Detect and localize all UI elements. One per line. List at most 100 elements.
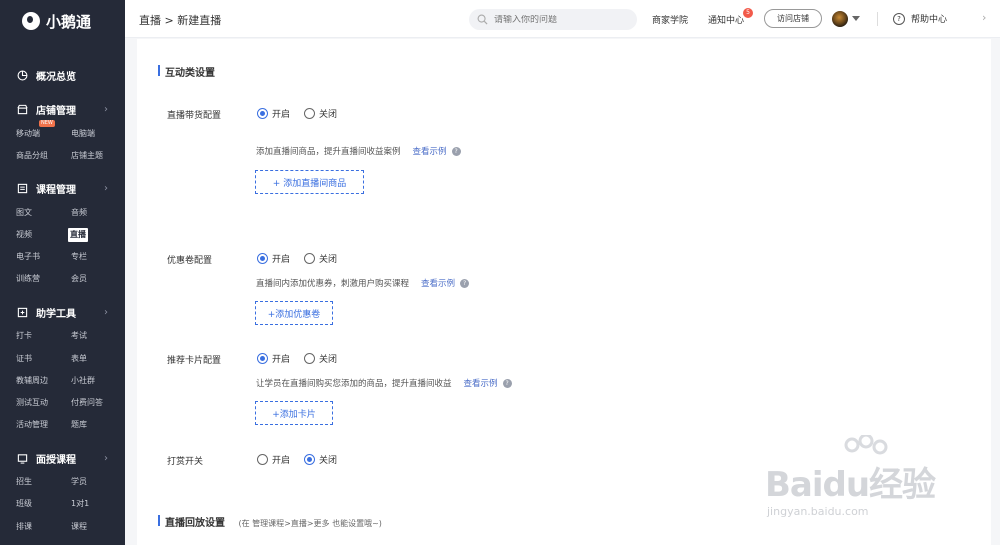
goods-radio-on[interactable]: 开启 (257, 107, 290, 120)
sidebar-item-pc[interactable]: 电脑端 (69, 127, 97, 141)
caret-down-icon[interactable] (852, 16, 860, 21)
reward-radio-off[interactable]: 关闭 (304, 453, 337, 466)
watermark-brand: Baidu经验 (765, 465, 936, 505)
sidebar: 小鹅通 概况总览 店铺管理 › NEW 移动端 电脑端 商品分组 店铺主题 课程… (0, 0, 125, 545)
reward-radio-on[interactable]: 开启 (257, 453, 290, 466)
chevron-right-icon[interactable]: › (982, 11, 986, 24)
sidebar-item-member[interactable]: 会员 (69, 272, 89, 286)
sidebar-item-schedule[interactable]: 排课 (14, 520, 34, 534)
add-coupon-button[interactable]: +添加优惠卷 (255, 301, 333, 325)
notification-count-badge: 5 (743, 8, 753, 18)
search-input[interactable] (494, 14, 624, 25)
nav-shop-label: 店铺管理 (36, 105, 76, 117)
nav-shop[interactable]: 店铺管理 › (0, 100, 125, 118)
sidebar-item-exam[interactable]: 考试 (69, 329, 89, 343)
tools-icon (16, 306, 28, 318)
sidebar-item-merch[interactable]: 教辅周边 (14, 374, 50, 388)
visit-shop-button[interactable]: 访问店铺 (764, 9, 822, 28)
add-card-button[interactable]: +添加卡片 (255, 401, 333, 425)
sidebar-item-activity[interactable]: 活动管理 (14, 418, 50, 432)
card-radio-off[interactable]: 关闭 (304, 352, 337, 365)
goods-config-label: 直播带货配置 (167, 111, 222, 121)
radio-off-label: 关闭 (319, 110, 338, 120)
card-config-label: 推荐卡片配置 (167, 356, 222, 366)
sidebar-item-article[interactable]: 图文 (14, 206, 34, 220)
sidebar-item-column[interactable]: 专栏 (69, 250, 89, 264)
sidebar-item-ebook[interactable]: 电子书 (14, 250, 42, 264)
reward-radio-group: 开启 关闭 (257, 453, 351, 466)
question-icon[interactable]: ? (460, 278, 470, 288)
breadcrumb: 直播 > 新建直播 (139, 14, 222, 27)
sidebar-item-question-bank[interactable]: 题库 (69, 418, 89, 432)
book-icon (16, 182, 28, 194)
coupon-example-link[interactable]: 查看示例 (421, 277, 455, 289)
goods-radio-off[interactable]: 关闭 (304, 107, 337, 120)
radio-off-label: 关闭 (319, 355, 338, 365)
card-desc-text: 让学员在直播间购买您添加的商品，提升直播间收益 (256, 379, 452, 389)
top-bar: 直播 > 新建直播 商家学院 通知中心 5 访问店铺 ? 帮助中心 › (125, 0, 1000, 38)
chevron-right-icon: › (104, 103, 108, 115)
card-example-link[interactable]: 查看示例 (464, 377, 498, 389)
sidebar-item-enroll[interactable]: 招生 (14, 475, 34, 489)
sidebar-item-class[interactable]: 班级 (14, 497, 34, 511)
sidebar-item-form[interactable]: 表单 (69, 352, 89, 366)
academy-link[interactable]: 商家学院 (652, 13, 688, 26)
radio-off-label: 关闭 (319, 255, 338, 265)
sidebar-item-video[interactable]: 视频 (14, 228, 34, 242)
logo-icon (22, 12, 40, 30)
sidebar-item-camp[interactable]: 训练营 (14, 272, 42, 286)
sidebar-item-goods-group[interactable]: 商品分组 (14, 149, 50, 163)
interaction-title-text: 互动类设置 (165, 68, 215, 79)
nav-course[interactable]: 课程管理 › (0, 179, 125, 197)
reward-switch-label: 打赏开关 (167, 457, 204, 467)
search-box[interactable] (469, 9, 637, 30)
sidebar-item-students[interactable]: 学员 (69, 475, 89, 489)
question-icon[interactable]: ? (451, 146, 461, 156)
sidebar-item-courses[interactable]: 课程 (69, 520, 89, 534)
sidebar-item-audio[interactable]: 音频 (69, 206, 89, 220)
add-goods-button[interactable]: + 添加直播间商品 (255, 170, 364, 194)
nav-tools[interactable]: 助学工具 › (0, 303, 125, 321)
coupon-config-label: 优惠卷配置 (167, 256, 213, 266)
sidebar-item-paid-qa[interactable]: 付费问答 (69, 396, 105, 410)
question-icon[interactable]: ? (502, 378, 512, 388)
nav-offline[interactable]: 面授课程 › (0, 449, 125, 467)
help-center-link[interactable]: ? 帮助中心 (893, 12, 947, 25)
coupon-description: 直播间内添加优惠券，刺激用户购买课程 查看示例 ? (256, 277, 470, 289)
question-circle-icon: ? (893, 12, 905, 25)
goods-desc-text: 添加直播间商品，提升直播间收益案例 (256, 147, 401, 157)
goods-radio-group: 开启 关闭 (257, 107, 351, 120)
sidebar-item-community[interactable]: 小社群 (69, 374, 97, 388)
card-description: 让学员在直播间购买您添加的商品，提升直播间收益 查看示例 ? (256, 377, 512, 389)
sidebar-item-shop-theme[interactable]: 店铺主题 (69, 149, 105, 163)
coupon-radio-off[interactable]: 关闭 (304, 252, 337, 265)
sidebar-item-checkin[interactable]: 打卡 (14, 329, 34, 343)
app-logo[interactable]: 小鹅通 (0, 0, 125, 42)
playback-note: (在 管理课程>直播>更多 也能设置哦~) (238, 519, 382, 528)
sidebar-item-live[interactable]: 直播 (68, 228, 88, 242)
chevron-right-icon: › (104, 182, 108, 194)
avatar[interactable] (832, 11, 848, 27)
sidebar-item-one-on-one[interactable]: 1对1 (69, 497, 91, 511)
card-radio-group: 开启 关闭 (257, 352, 351, 365)
pie-chart-icon (16, 69, 28, 81)
sidebar-item-certificate[interactable]: 证书 (14, 352, 34, 366)
card-radio-on[interactable]: 开启 (257, 352, 290, 365)
sidebar-item-quiz[interactable]: 测试互动 (14, 396, 50, 410)
goods-example-link[interactable]: 查看示例 (413, 145, 447, 157)
sidebar-item-mobile[interactable]: 移动端 (14, 127, 42, 141)
radio-off-label: 关闭 (319, 456, 338, 466)
chevron-right-icon: › (104, 452, 108, 464)
nav-overview-label: 概况总览 (36, 71, 76, 83)
coupon-desc-text: 直播间内添加优惠券，刺激用户购买课程 (256, 279, 410, 289)
watermark-url: jingyan.baidu.com (767, 505, 869, 518)
radio-on-label: 开启 (272, 255, 291, 265)
divider (877, 12, 878, 26)
notification-center-link[interactable]: 通知中心 (708, 13, 744, 26)
radio-on-label: 开启 (272, 355, 291, 365)
app-name: 小鹅通 (46, 12, 92, 31)
nav-overview[interactable]: 概况总览 (0, 66, 125, 84)
coupon-radio-group: 开启 关闭 (257, 252, 351, 265)
coupon-radio-on[interactable]: 开启 (257, 252, 290, 265)
playback-title-text: 直播回放设置 (165, 518, 225, 529)
